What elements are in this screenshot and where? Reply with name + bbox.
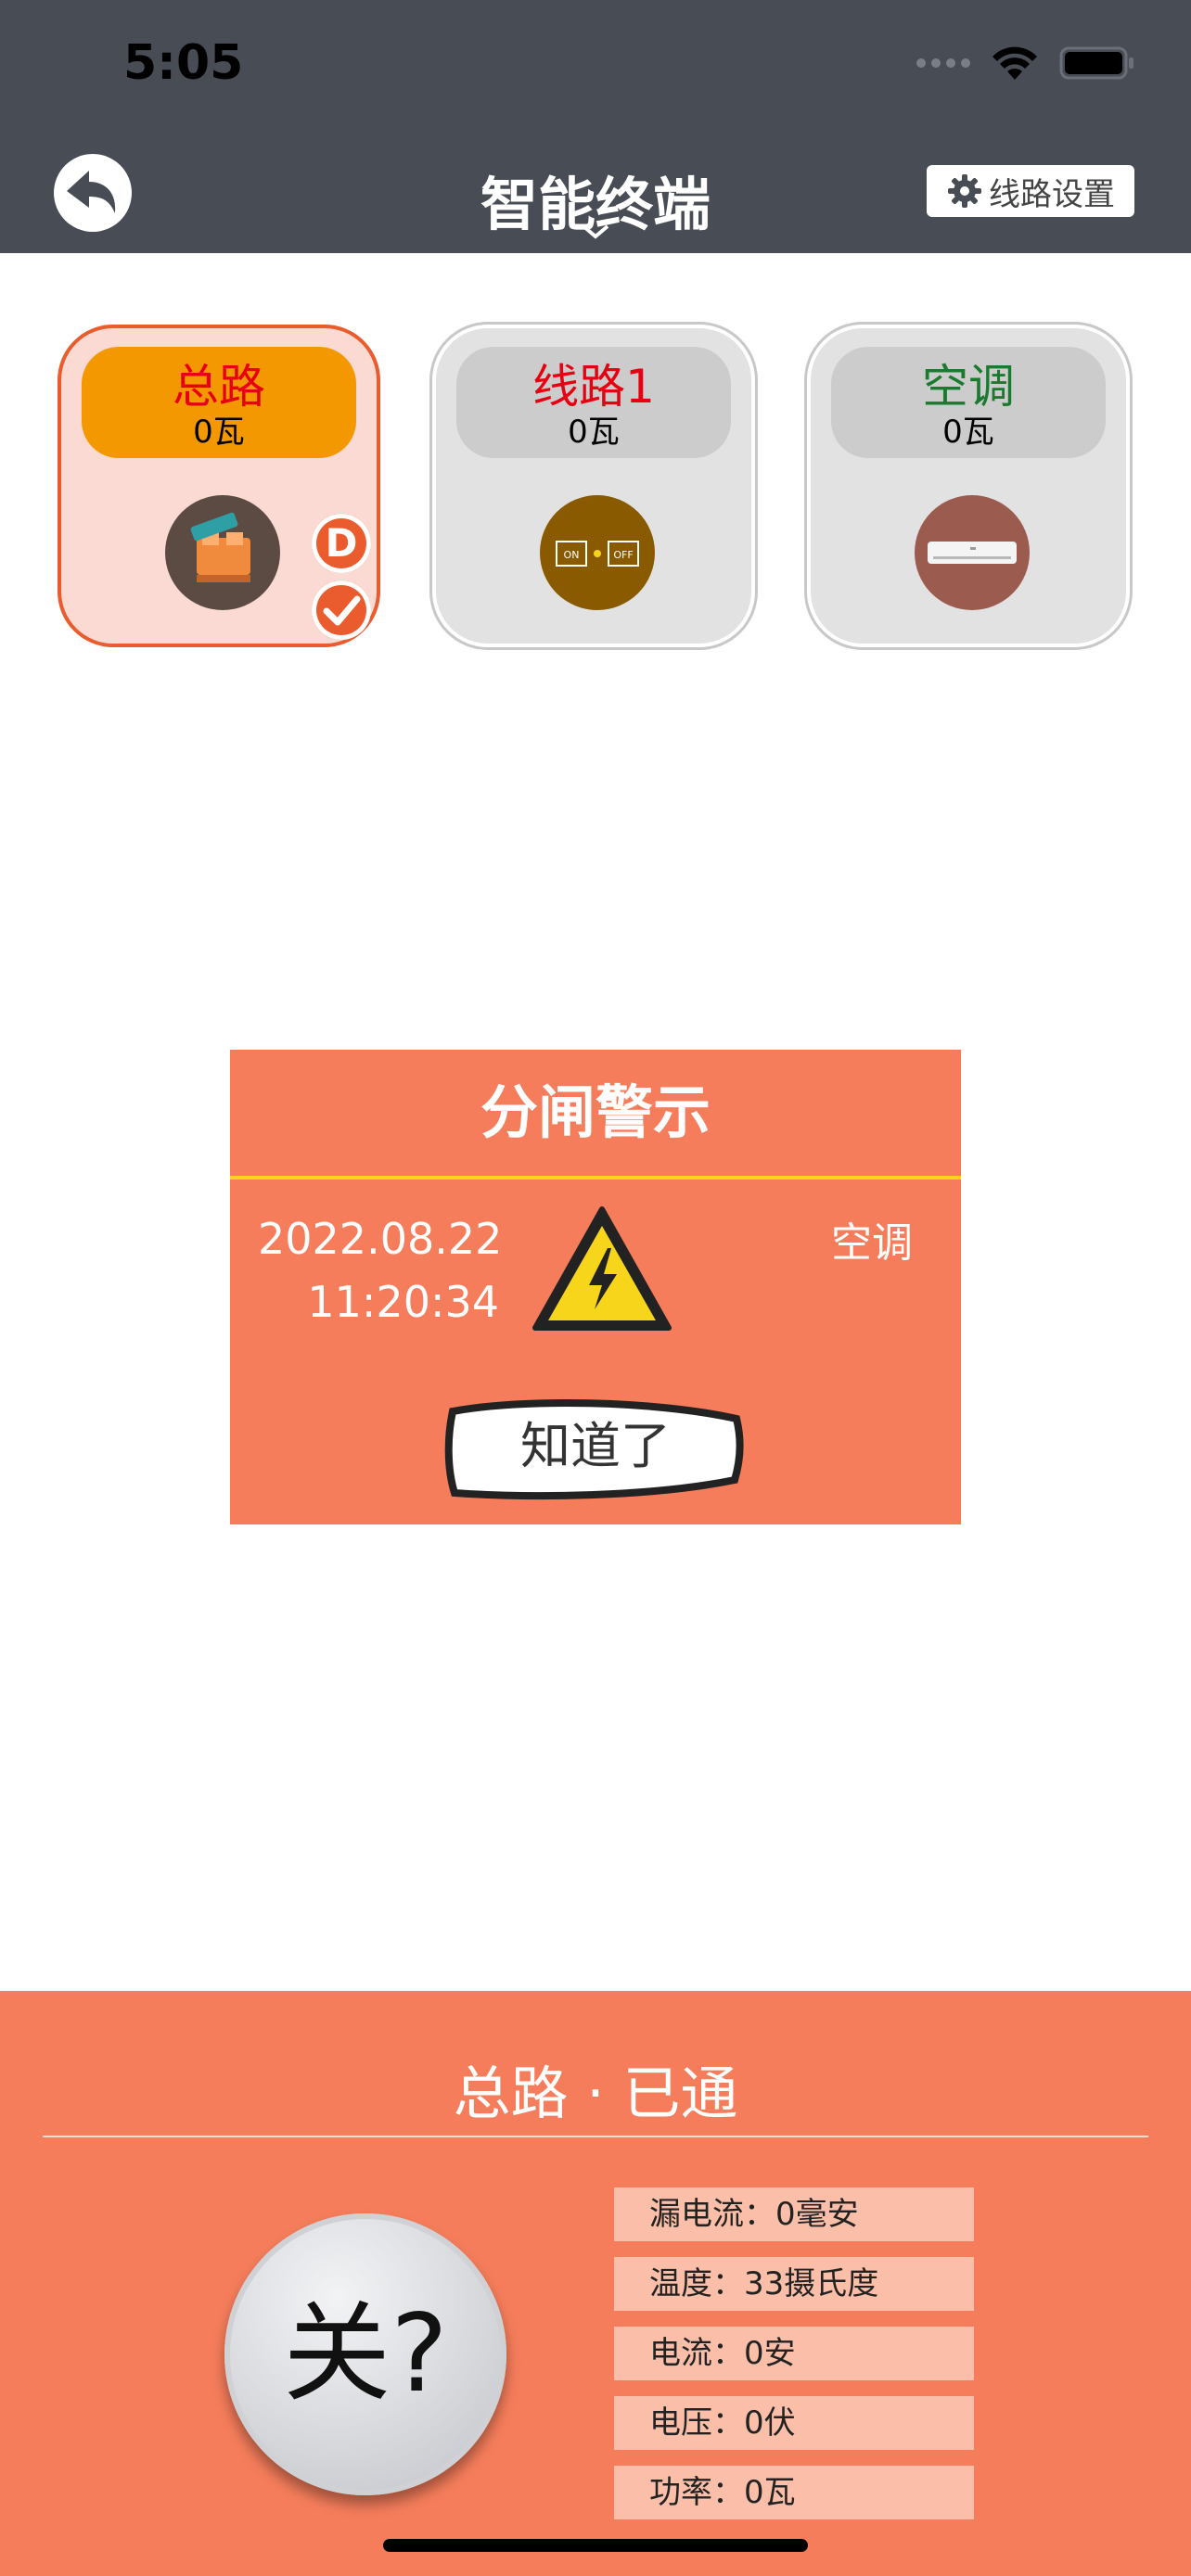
circuit-status-panel: 总路 · 已通 关? 漏电流：0毫安 温度：33摄氏度 电流：0安 电压：0伏 … <box>0 1991 1191 2576</box>
line-settings-button[interactable]: 线路设置 <box>927 165 1134 217</box>
cellular-signal-icon <box>916 58 970 68</box>
breaker-icon <box>165 495 280 610</box>
warning-timestamp: 2022.08.22 11:20:34 <box>258 1207 503 1333</box>
circuit-power: 0瓦 <box>193 414 245 451</box>
wifi-icon <box>992 46 1037 80</box>
divider <box>43 2136 1148 2137</box>
circuit-card-header: 总路 0瓦 <box>82 347 356 458</box>
home-indicator[interactable] <box>383 2539 808 2552</box>
acknowledge-button[interactable]: 知道了 <box>440 1391 751 1502</box>
checkmark-icon <box>312 580 371 640</box>
svg-text:OFF: OFF <box>613 549 633 561</box>
gear-icon <box>948 174 981 208</box>
status-time: 5:05 <box>123 35 244 91</box>
power-toggle-button[interactable]: 关? <box>224 2213 506 2495</box>
circuit-power: 0瓦 <box>568 414 620 451</box>
circuit-status-title: 总路 · 已通 <box>453 2060 738 2127</box>
circuit-card-ac[interactable]: 空调 0瓦 <box>807 325 1130 647</box>
circuit-card-header: 线路1 0瓦 <box>456 347 731 458</box>
metric-power: 功率：0瓦 <box>614 2466 974 2519</box>
acknowledge-label: 知道了 <box>520 1417 671 1475</box>
circuit-name: 总路 <box>173 360 265 414</box>
air-conditioner-icon <box>915 495 1030 610</box>
circuit-card-main[interactable]: 总路 0瓦 D <box>58 325 380 647</box>
warning-device: 空调 <box>831 1219 913 1267</box>
top-bar: 5:05 智能终端 线路设置 <box>0 0 1191 253</box>
trip-warning-dialog: 分闸警示 2022.08.22 11:20:34 空调 知道了 <box>230 1050 961 1524</box>
line-settings-label: 线路设置 <box>989 175 1115 213</box>
status-icons <box>916 45 1135 82</box>
on-off-switch-icon: ON OFF <box>540 495 655 610</box>
metric-leakage-current: 漏电流：0毫安 <box>614 2187 974 2241</box>
circuit-name: 线路1 <box>532 360 655 414</box>
metric-current: 电流：0安 <box>614 2327 974 2380</box>
circuit-card-header: 空调 0瓦 <box>831 347 1106 458</box>
circuit-card-line1[interactable]: 线路1 0瓦 ON OFF <box>432 325 755 647</box>
metric-temperature: 温度：33摄氏度 <box>614 2257 974 2311</box>
high-voltage-warning-icon <box>532 1206 672 1331</box>
svg-text:ON: ON <box>564 549 580 561</box>
warning-date: 2022.08.22 <box>258 1214 503 1264</box>
metrics-list: 漏电流：0毫安 温度：33摄氏度 电流：0安 电压：0伏 功率：0瓦 <box>614 2187 974 2535</box>
warning-time: 11:20:34 <box>307 1277 499 1327</box>
dialog-title: 分闸警示 <box>230 1050 961 1180</box>
d-badge: D <box>312 514 371 573</box>
circuit-name: 空调 <box>922 360 1015 414</box>
battery-icon <box>1059 46 1133 80</box>
circuit-power: 0瓦 <box>942 414 994 451</box>
metric-voltage: 电压：0伏 <box>614 2396 974 2450</box>
chevron-down-icon[interactable] <box>581 223 610 241</box>
